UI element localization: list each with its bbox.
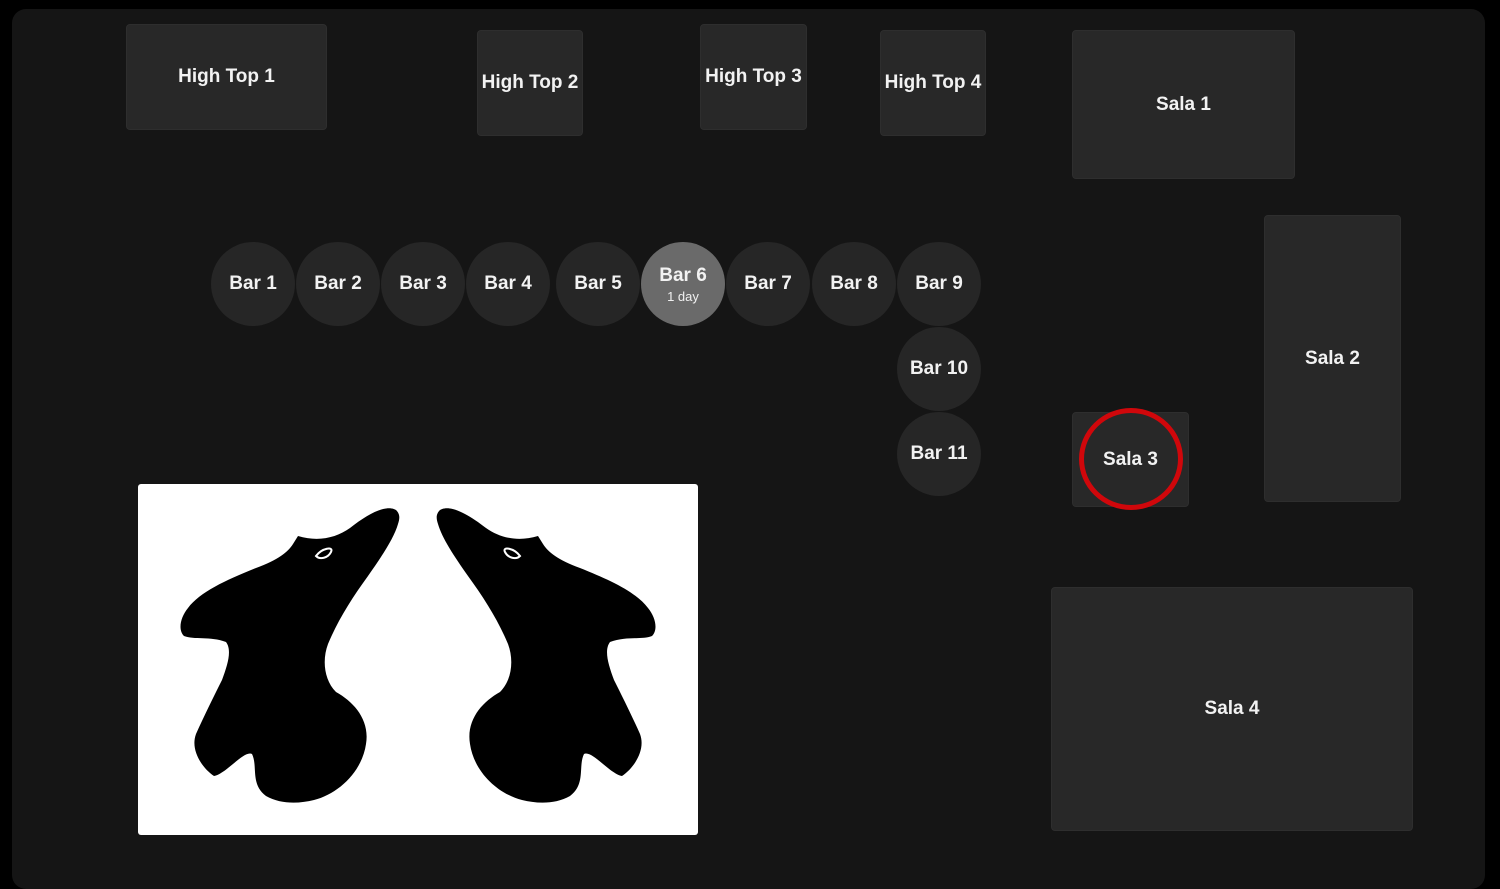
bar-seat-7[interactable]: Bar 7 (726, 242, 810, 326)
bar-seat-label: Bar 4 (484, 273, 532, 294)
bar-seat-5[interactable]: Bar 5 (556, 242, 640, 326)
table-high-top-1[interactable]: High Top 1 (126, 24, 327, 130)
bar-seat-duration: 1 day (667, 288, 699, 304)
bird-silhouette-icon (180, 508, 400, 803)
bar-seat-label: Bar 2 (314, 273, 362, 294)
table-high-top-4[interactable]: High Top 4 (880, 30, 986, 136)
bar-seat-label: Bar 3 (399, 273, 447, 294)
bar-seat-9[interactable]: Bar 9 (897, 242, 981, 326)
bar-seat-6[interactable]: Bar 6 1 day (641, 242, 725, 326)
bar-seat-1[interactable]: Bar 1 (211, 242, 295, 326)
bar-seat-label: Bar 5 (574, 273, 622, 294)
table-high-top-2[interactable]: High Top 2 (477, 30, 583, 136)
bar-seat-label: Bar 10 (909, 358, 969, 379)
bar-seat-label: Bar 7 (744, 273, 792, 294)
bar-seat-label: Bar 1 (229, 273, 277, 294)
bar-seat-label: Bar 6 (659, 264, 707, 286)
bar-seat-2[interactable]: Bar 2 (296, 242, 380, 326)
bar-seat-label: Bar 9 (915, 273, 963, 294)
bar-seat-label: Bar 11 (910, 443, 968, 464)
table-sala-4[interactable]: Sala 4 (1051, 587, 1413, 831)
bar-seat-11[interactable]: Bar 11 (897, 412, 981, 496)
bar-seat-4[interactable]: Bar 4 (466, 242, 550, 326)
bar-seat-label: Bar 8 (830, 273, 878, 294)
twin-bird-silhouettes-icon (180, 508, 656, 803)
table-sala-3[interactable]: Sala 3 (1072, 412, 1189, 507)
bar-seat-10[interactable]: Bar 10 (897, 327, 981, 411)
bar-seat-3[interactable]: Bar 3 (381, 242, 465, 326)
table-sala-1[interactable]: Sala 1 (1072, 30, 1295, 179)
table-high-top-3[interactable]: High Top 3 (700, 24, 807, 130)
bar-seat-8[interactable]: Bar 8 (812, 242, 896, 326)
logo-panel (138, 484, 698, 835)
table-sala-2[interactable]: Sala 2 (1264, 215, 1401, 502)
bird-silhouette-icon (436, 508, 656, 803)
